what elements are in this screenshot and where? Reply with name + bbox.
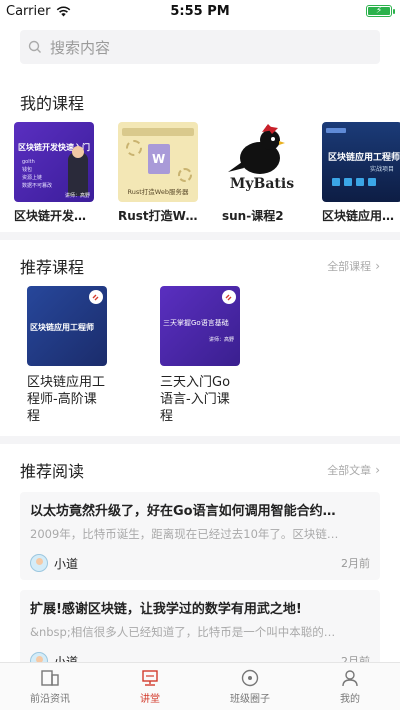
tab-news[interactable]: 前沿资讯 bbox=[0, 663, 100, 710]
profile-icon bbox=[342, 669, 358, 686]
all-courses-link[interactable]: 全部课程 › bbox=[327, 258, 380, 274]
article-title: 扩展!感谢区块链，让我学过的数学有用武之地! bbox=[30, 602, 302, 617]
article-time: 2月前 bbox=[341, 557, 370, 570]
thumb-bullet: 资源上链 bbox=[22, 175, 43, 181]
course-thumbnail: 区块链开发快速入门 golth 钱包 资源上链 数据不可篡改 讲师：高野 bbox=[14, 122, 94, 202]
thumb-logo bbox=[326, 128, 346, 133]
charging-bolt-icon: ⚡ bbox=[375, 5, 383, 16]
search-input[interactable]: 搜索内容 bbox=[20, 30, 380, 64]
block-graphic bbox=[356, 178, 364, 186]
gear-icon bbox=[178, 168, 192, 182]
thumb-text: 区块链应用工程师 bbox=[328, 153, 400, 163]
tab-circle[interactable]: 班级圈子 bbox=[200, 663, 300, 710]
link-icon bbox=[222, 290, 236, 304]
tab-label: 我的 bbox=[340, 693, 360, 705]
status-left: Carrier bbox=[6, 4, 71, 19]
course-title: 区块链应用工程师-高阶课程 bbox=[27, 375, 106, 424]
w-glyph: W bbox=[152, 152, 166, 166]
tab-label: 前沿资讯 bbox=[30, 693, 70, 705]
course-thumbnail: W Rust打造Web服务器 bbox=[118, 122, 198, 202]
course-card[interactable]: 区块链应用工程师 实战项目 区块链应用工程师实战项目 bbox=[322, 122, 400, 224]
block-graphic bbox=[368, 178, 376, 186]
tab-profile[interactable]: 我的 bbox=[300, 663, 400, 710]
thumb-text: Rust打造Web服务器 bbox=[127, 188, 189, 196]
mybatis-bird-logo bbox=[228, 124, 285, 174]
thumb-blocks bbox=[332, 178, 376, 186]
thumb-bullet: 数据不可篡改 bbox=[22, 183, 53, 189]
battery-icon: ⚡ bbox=[366, 5, 395, 17]
thumb-sub: 实战项目 bbox=[369, 166, 394, 173]
thumb-bullet: 钱包 bbox=[22, 167, 33, 173]
course-thumbnail: MyBatis bbox=[222, 122, 302, 202]
thumb-caption: 讲师：高野 bbox=[208, 337, 234, 343]
lecturer-figure bbox=[68, 152, 88, 196]
tab-label: 讲堂 bbox=[140, 693, 160, 705]
course-thumbnail: 区块链应用工程师 实战项目 bbox=[322, 122, 400, 202]
my-courses-title: 我的课程 bbox=[20, 94, 85, 113]
status-bar: Carrier 5:55 PM ⚡ bbox=[0, 0, 400, 22]
thumb-text: 区块链应用工程师 bbox=[30, 323, 94, 332]
article-card[interactable]: 以太坊竟然升级了，好在Go语言如何调用智能合约… 2009年，比特币诞生，距离现… bbox=[20, 492, 380, 580]
circle-icon bbox=[241, 669, 259, 686]
avatar bbox=[30, 554, 48, 572]
course-title: sun-课程2 bbox=[222, 209, 284, 223]
recommend-reading-title: 推荐阅读 bbox=[20, 462, 85, 481]
course-card[interactable]: MyBatis sun-课程2 bbox=[222, 122, 302, 224]
author-name: 小道 bbox=[54, 556, 79, 571]
recommended-course-card[interactable]: 区块链应用工程师 区块链应用工程师-高阶课程 bbox=[27, 286, 127, 425]
wifi-icon bbox=[57, 5, 71, 16]
course-title: 三天入门Go语言-入门课程 bbox=[160, 375, 231, 424]
link-icon bbox=[89, 290, 103, 304]
article-meta: 小道 2月前 bbox=[30, 554, 370, 572]
tab-label: 班级圈子 bbox=[230, 693, 270, 705]
article-excerpt: 2009年，比特币诞生，距离现在已经过去10年了。区块链… bbox=[30, 527, 339, 541]
gear-icon bbox=[126, 140, 142, 156]
all-courses-label: 全部课程 bbox=[327, 260, 372, 273]
article-author[interactable]: 小道 bbox=[30, 554, 78, 572]
course-title: 区块链开发快速入门 bbox=[14, 209, 94, 223]
lecturer-face bbox=[72, 146, 84, 158]
thumb-header-bar bbox=[122, 128, 194, 136]
search-placeholder: 搜索内容 bbox=[50, 38, 111, 57]
course-thumbnail: 区块链应用工程师 bbox=[27, 286, 107, 366]
my-courses-list: 区块链开发快速入门 golth 钱包 资源上链 数据不可篡改 讲师：高野 区块链… bbox=[0, 122, 400, 224]
all-articles-link[interactable]: 全部文章 › bbox=[327, 462, 380, 478]
article-title: 以太坊竟然升级了，好在Go语言如何调用智能合约… bbox=[30, 504, 336, 519]
article-excerpt: &nbsp;相信很多人已经知道了，比特币是一个叫中本聪的… bbox=[30, 625, 336, 639]
section-divider bbox=[0, 436, 400, 444]
tab-bar: 前沿资讯 讲堂 班级圈子 我的 bbox=[0, 662, 400, 710]
search-icon bbox=[28, 40, 41, 53]
block-graphic bbox=[332, 178, 340, 186]
thumb-text: 三天掌握Go语言基础 bbox=[163, 319, 229, 327]
course-card[interactable]: 区块链开发快速入门 golth 钱包 资源上链 数据不可篡改 讲师：高野 区块链… bbox=[14, 122, 94, 224]
course-title: 区块链应用工程师实战项目 bbox=[322, 209, 400, 223]
course-thumbnail: 三天掌握Go语言基础 讲师：高野 bbox=[160, 286, 240, 366]
chevron-right-icon: › bbox=[375, 463, 380, 477]
recommend-courses-title: 推荐课程 bbox=[20, 258, 85, 277]
news-icon bbox=[41, 669, 59, 686]
course-card[interactable]: W Rust打造Web服务器 Rust打造Web服务器 bbox=[118, 122, 198, 224]
thumb-caption: 讲师：高野 bbox=[64, 193, 90, 199]
chevron-right-icon: › bbox=[375, 259, 380, 273]
classroom-icon bbox=[142, 669, 158, 686]
course-title: Rust打造Web服务器 bbox=[118, 209, 198, 223]
thumb-text: MyBatis bbox=[229, 176, 295, 192]
recommended-course-card[interactable]: 三天掌握Go语言基础 讲师：高野 三天入门Go语言-入门课程 bbox=[160, 286, 260, 425]
block-graphic bbox=[344, 178, 352, 186]
carrier-label: Carrier bbox=[6, 3, 51, 19]
all-articles-label: 全部文章 bbox=[327, 464, 372, 477]
section-divider bbox=[0, 232, 400, 240]
tab-classroom[interactable]: 讲堂 bbox=[100, 663, 200, 710]
thumb-bullets: golth 钱包 资源上链 数据不可篡改 bbox=[22, 158, 52, 190]
thumb-bullet: golth bbox=[22, 159, 35, 165]
